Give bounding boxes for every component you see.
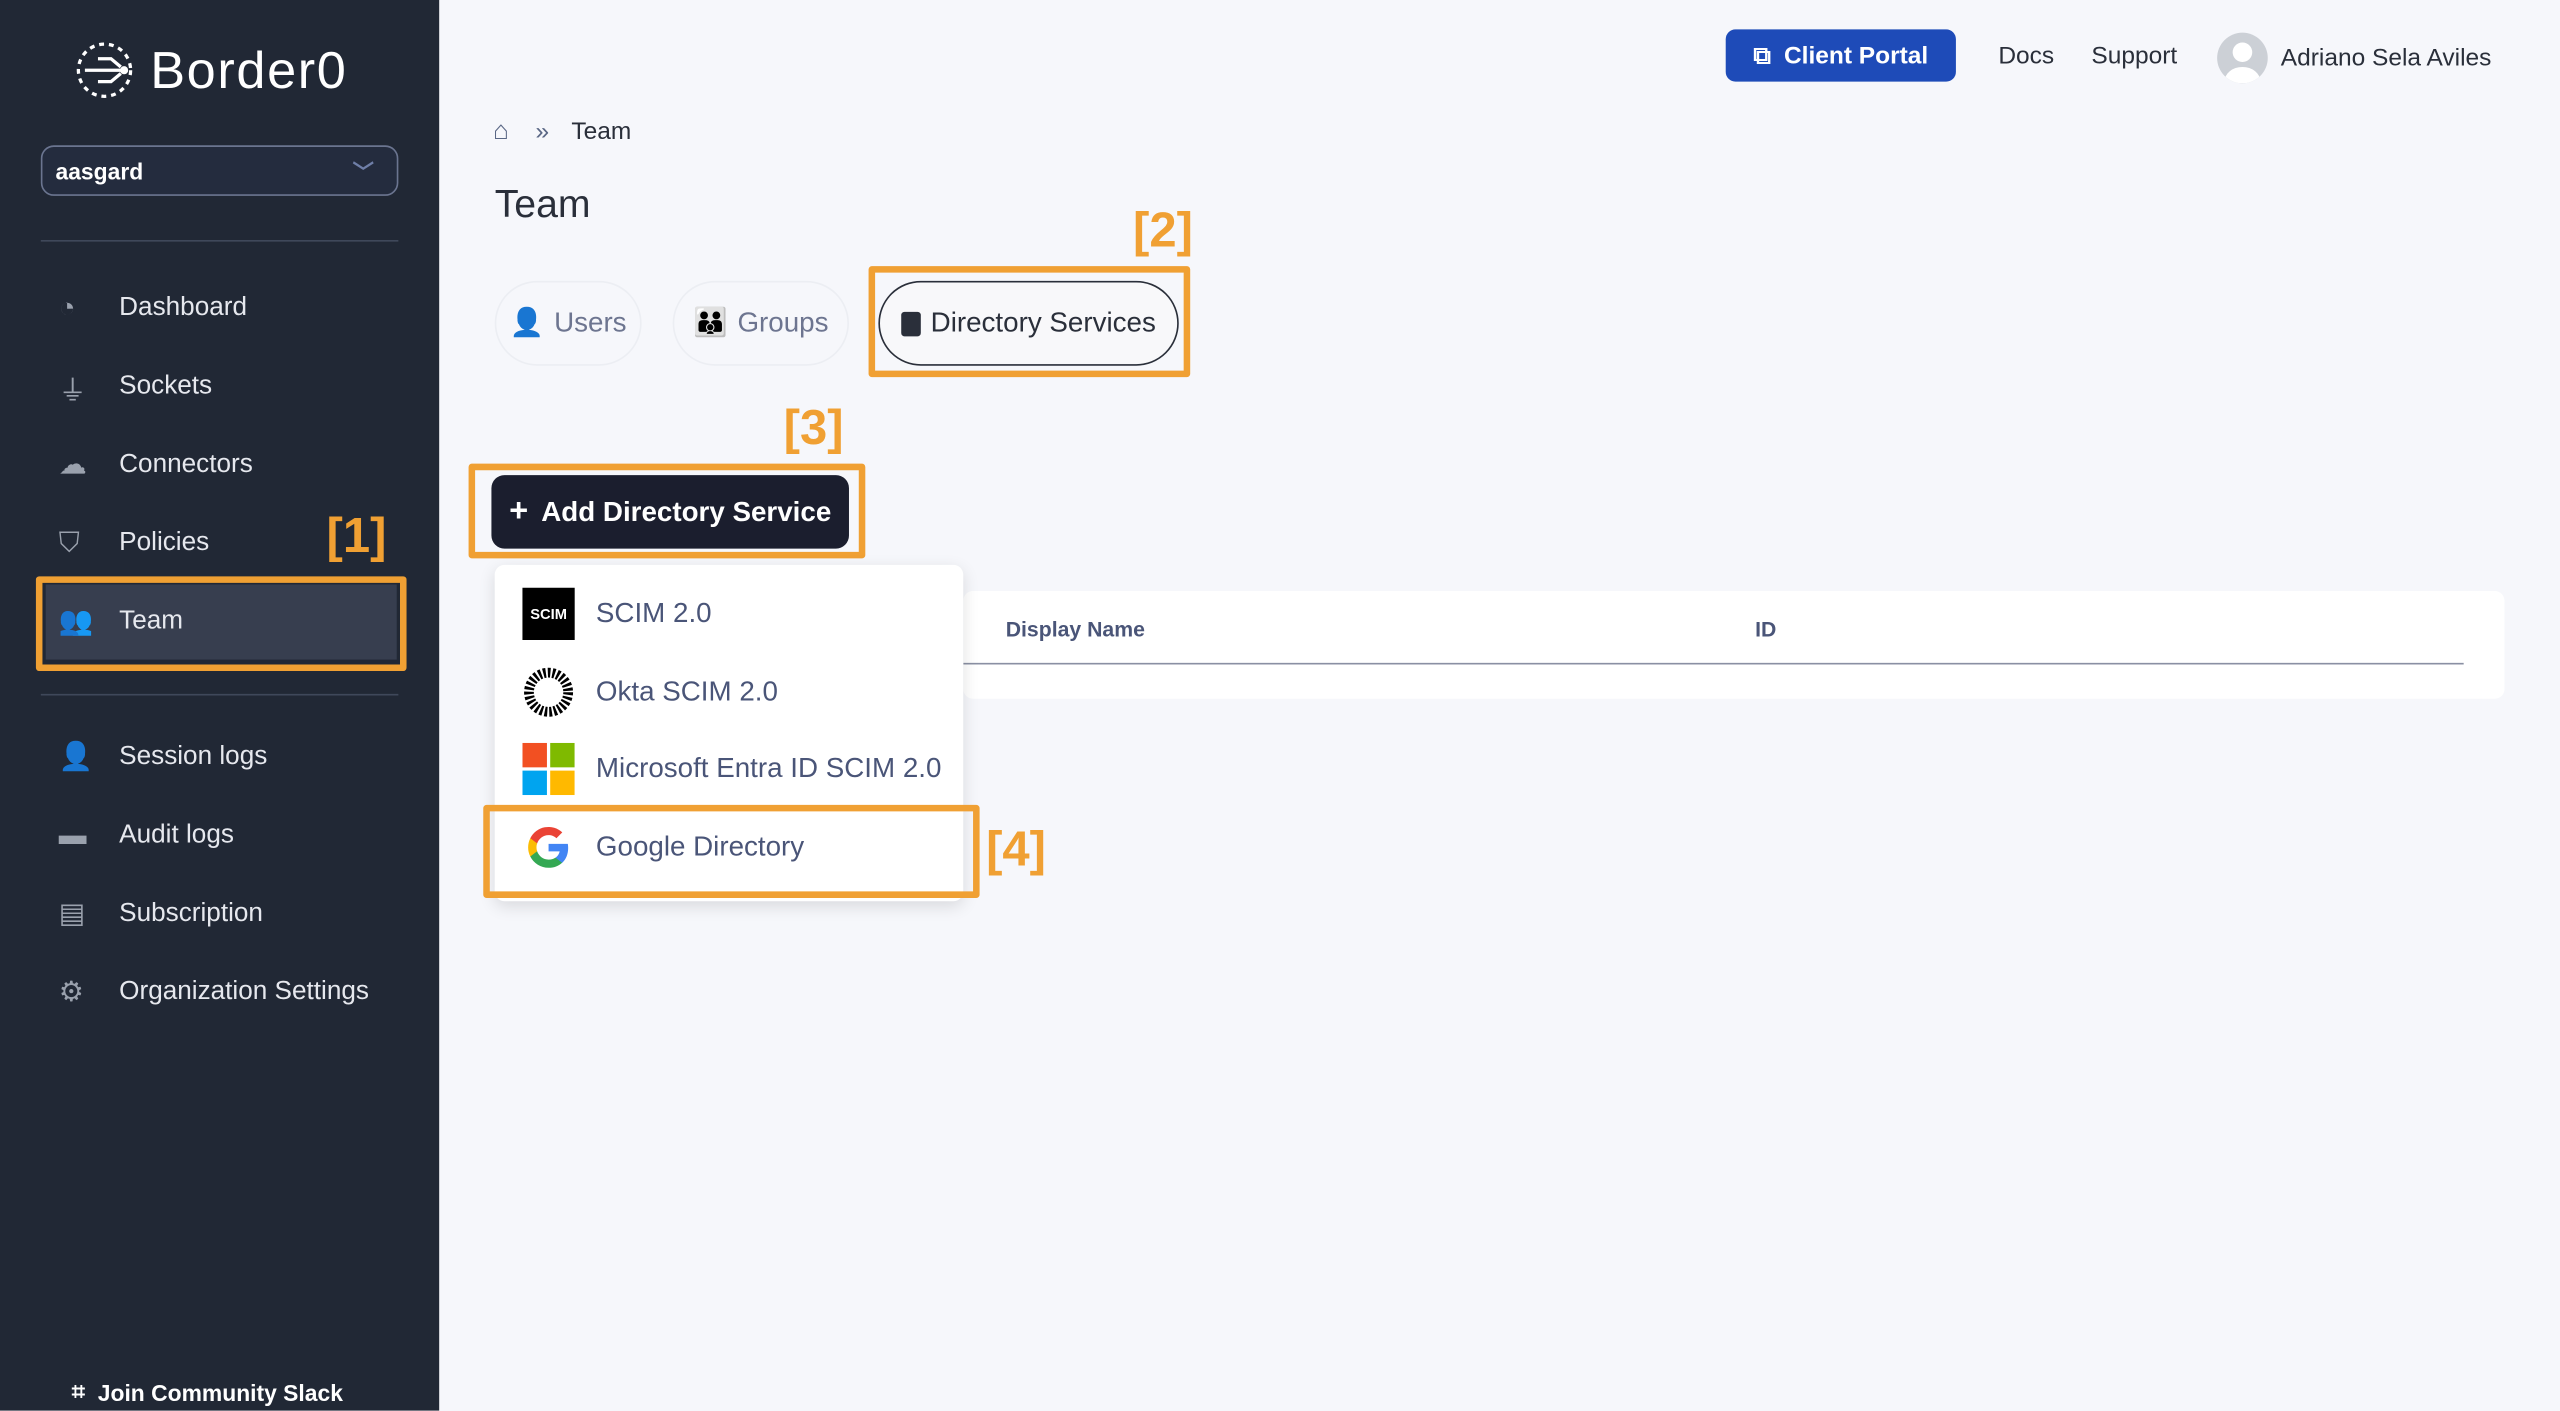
column-header-display-name[interactable]: Display Name [1006,617,1145,641]
annotation-box-2 [868,266,1191,378]
tab-groups[interactable]: 👪 Groups [672,280,849,366]
menu-item-scim[interactable]: SCIM SCIM 2.0 [522,587,963,640]
user-icon: 👤 [509,306,545,338]
sidebar-item-session-logs[interactable]: 👤 Session logs [46,720,397,795]
org-select[interactable]: aasgard ﹀ [40,145,399,196]
docs-link[interactable]: Docs [1998,42,2054,70]
page-title: Team [494,182,591,227]
annotation-label-4: [4] [986,822,1046,877]
support-link[interactable]: Support [2091,42,2177,70]
user-clock-icon: 👤 [58,741,94,773]
breadcrumb-separator-icon: » [535,117,550,146]
join-slack-link[interactable]: ⌗ Join Community Slack [72,1378,343,1406]
sidebar-item-audit-logs[interactable]: ▬ Audit logs [46,798,397,873]
sidebar: Border0 aasgard ﹀ ◔ Dashboard ⏚ Sockets ☁ Co… [0,0,440,1411]
add-directory-service-button[interactable]: + Add Directory Service [491,475,849,549]
chevron-down-icon: ﹀ [352,159,374,185]
scim-logo-icon: SCIM [522,587,575,640]
external-link-icon: ⧉ [1753,41,1771,70]
divider [40,239,399,242]
annotation-box-1 [35,576,407,672]
border0-logo[interactable]: Border0 [72,39,348,101]
divider [40,693,399,696]
menu-item-okta[interactable]: Okta SCIM 2.0 [522,666,963,718]
client-portal-button[interactable]: ⧉ Client Portal [1725,29,1956,82]
home-icon[interactable]: ⌂ [493,118,509,147]
sidebar-item-sockets[interactable]: ⏚ Sockets [46,349,397,424]
menu-item-microsoft-entra[interactable]: Microsoft Entra ID SCIM 2.0 [522,742,963,796]
header-divider [963,662,2464,665]
gear-icon: ⚙ [58,976,84,1008]
shield-icon: ⛉ [58,527,80,559]
directory-table: Display Name ID [963,591,2505,699]
annotation-label-2: [2] [1133,204,1193,258]
slack-icon: ⌗ [71,1377,85,1405]
logo-globe-icon [76,42,133,98]
microsoft-logo-icon [522,742,575,796]
id-card-icon: ▤ [58,897,85,929]
annotation-label-3: [3] [783,401,844,456]
plus-icon: + [509,493,529,529]
users-icon: 👪 [693,306,728,338]
sidebar-item-connectors[interactable]: ☁ Connectors [46,428,397,503]
user-name[interactable]: Adriano Sela Aviles [2281,44,2492,72]
column-header-id[interactable]: ID [1755,617,1776,641]
annotation-label-1: [1] [326,509,387,564]
cloud-upload-icon: ☁ [58,448,87,480]
tab-users[interactable]: 👤 Users [494,280,642,366]
breadcrumb-current: Team [571,117,632,146]
sidebar-item-subscription[interactable]: ▤ Subscription [46,877,397,952]
pie-chart-icon: ◔ [58,292,76,324]
avatar[interactable] [2217,32,2268,84]
sidebar-item-dashboard[interactable]: ◔ Dashboard [46,271,397,346]
wallet-icon: ▬ [58,819,87,851]
plug-icon: ⏚ [58,374,87,406]
okta-logo-icon [524,667,574,717]
sidebar-item-organization-settings[interactable]: ⚙ Organization Settings [46,955,397,1030]
annotation-box-4 [483,804,980,898]
